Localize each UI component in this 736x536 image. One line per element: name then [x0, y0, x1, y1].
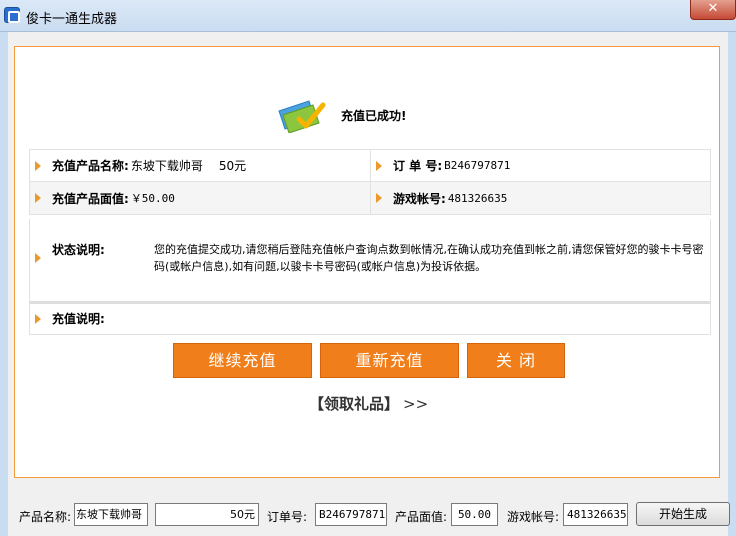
status-label: 状态说明:	[52, 243, 105, 257]
continue-recharge-button[interactable]: 继续充值	[173, 343, 312, 378]
form-product-name-label: 产品名称:	[19, 510, 72, 524]
bullet-triangle-icon	[376, 160, 382, 171]
amount-input[interactable]: 50元	[155, 503, 259, 526]
window-frame-left	[0, 32, 8, 536]
product-name-label: 充值产品名称:	[52, 159, 129, 173]
product-name-value: 东坡下载帅哥	[130, 159, 203, 173]
window-close-button[interactable]: ✕	[690, 0, 736, 20]
order-number-label: 订 单 号:	[393, 159, 443, 173]
redo-recharge-button[interactable]: 重新充值	[320, 343, 459, 378]
success-message: 充值已成功!	[341, 108, 407, 123]
product-name-amount: 50元	[218, 159, 247, 173]
face-value-cell: 充值产品面值: ￥50.00	[30, 182, 371, 214]
result-panel: 充值已成功! 充值产品名称: 东坡下载帅哥 50元 订 单 号: B246797…	[14, 46, 720, 478]
order-number-cell: 订 单 号: B246797871	[371, 150, 710, 181]
recharge-note-label: 充值说明:	[52, 312, 105, 326]
claim-gift-label: 【领取礼品】	[309, 395, 400, 413]
bullet-triangle-icon	[35, 160, 41, 171]
order-number-value: B246797871	[444, 159, 511, 172]
window-frame-right	[728, 32, 736, 536]
title-bar: 俊卡一通生成器 ✕	[0, 0, 736, 32]
order-info-table: 充值产品名称: 东坡下载帅哥 50元 订 单 号: B246797871 充值产…	[29, 149, 711, 215]
game-account-cell: 游戏帐号: 481326635	[371, 182, 710, 214]
form-face-label: 产品面值:	[395, 510, 448, 524]
game-account-label: 游戏帐号:	[393, 191, 446, 206]
generate-button[interactable]: 开始生成	[636, 502, 730, 526]
bullet-triangle-icon	[35, 193, 41, 203]
card-check-icon	[278, 100, 326, 133]
status-description: 您的充值提交成功,请您稍后登陆充值帐户查询点数到帐情况,在确认成功充值到帐之前,…	[154, 243, 704, 273]
app-icon	[4, 7, 20, 23]
claim-gift-arrows: >>	[403, 395, 429, 413]
product-name-input[interactable]: 东坡下载帅哥	[74, 503, 148, 526]
info-row-product: 充值产品名称: 东坡下载帅哥 50元 订 单 号: B246797871	[30, 150, 710, 182]
claim-gift-link[interactable]: 【领取礼品】 >>	[309, 393, 428, 414]
bullet-triangle-icon	[35, 253, 41, 263]
order-number-input[interactable]: B246797871	[315, 503, 387, 526]
game-account-value: 481326635	[447, 191, 508, 205]
window-title: 俊卡一通生成器	[26, 12, 118, 27]
close-button[interactable]: 关 闭	[467, 343, 565, 378]
face-value-input[interactable]: 50.00	[451, 503, 498, 526]
face-value-value: ￥50.00	[130, 192, 175, 205]
status-block: 状态说明: 您的充值提交成功,请您稍后登陆充值帐户查询点数到帐情况,在确认成功充…	[29, 219, 711, 303]
face-value-label: 充值产品面值:	[52, 191, 129, 206]
success-header: 充值已成功!	[275, 97, 406, 133]
form-order-label: 订单号:	[267, 510, 308, 524]
generator-form: 产品名称: 东坡下载帅哥 50元 订单号: B246797871 产品面值: 5…	[0, 496, 736, 536]
game-account-input[interactable]: 481326635	[563, 503, 628, 526]
form-account-label: 游戏帐号:	[507, 510, 560, 524]
product-name-cell: 充值产品名称: 东坡下载帅哥 50元	[30, 150, 371, 181]
bullet-triangle-icon	[376, 193, 382, 203]
recharge-note-block: 充值说明:	[29, 301, 711, 335]
bullet-triangle-icon	[35, 314, 41, 324]
info-row-face-value: 充值产品面值: ￥50.00 游戏帐号: 481326635	[30, 182, 710, 214]
